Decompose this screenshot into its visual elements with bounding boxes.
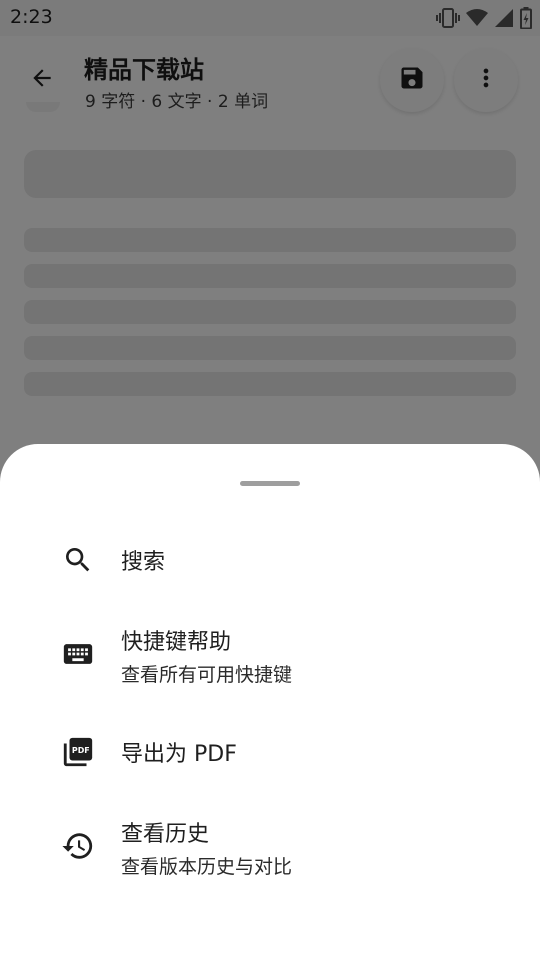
menu-item-keyboard-shortcuts[interactable]: 快捷键帮助 查看所有可用快捷键 xyxy=(0,608,540,704)
menu-item-label: 搜索 xyxy=(121,550,166,575)
keyboard-icon xyxy=(60,636,96,672)
menu-item-search[interactable]: 搜索 xyxy=(0,524,540,596)
menu-item-sublabel: 查看所有可用快捷键 xyxy=(121,664,293,686)
pdf-icon: PDF xyxy=(60,734,96,770)
menu-item-export-pdf[interactable]: PDF 导出为 PDF xyxy=(0,714,540,790)
history-icon xyxy=(60,828,96,864)
menu-item-label: 快捷键帮助 xyxy=(121,630,232,655)
search-icon xyxy=(60,542,96,578)
menu-item-view-history[interactable]: 查看历史 查看版本历史与对比 xyxy=(0,800,540,896)
drag-handle[interactable] xyxy=(240,481,300,486)
menu-item-sublabel: 查看版本历史与对比 xyxy=(121,856,293,878)
bottom-sheet: 搜索 快捷键帮助 查看所有可用快捷键 PDF 导出为 PDF 查看历史 查看版本… xyxy=(0,444,540,960)
menu-item-label: 查看历史 xyxy=(121,822,210,847)
menu-item-label: 导出为 PDF xyxy=(121,742,237,767)
svg-text:PDF: PDF xyxy=(72,746,90,755)
